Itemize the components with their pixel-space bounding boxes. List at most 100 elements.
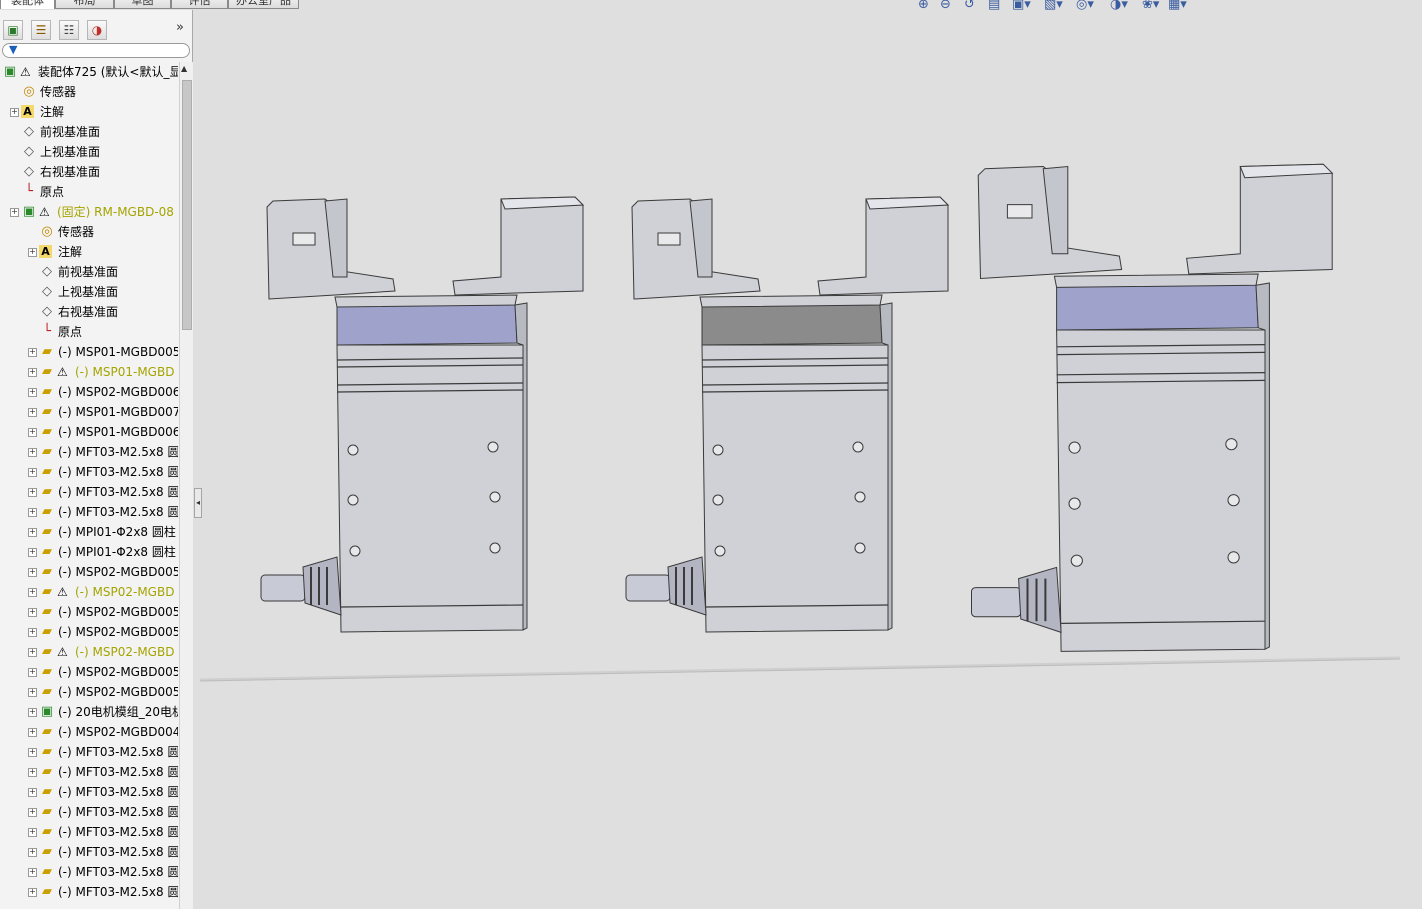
expand-toggle-icon[interactable]: + [28,888,37,897]
expand-toggle-icon[interactable]: + [28,548,37,557]
tree-item[interactable]: + ▰ (-) MFT03-M2.5x8 圆 [0,822,178,842]
tree-item[interactable]: + ▰ (-) MSP01-MGBD005 [0,342,178,362]
tree-item[interactable]: + ▰ (-) MSP02-MGBD005 [0,682,178,702]
gripper-3-screw-hole-0 [1068,441,1081,454]
tree-item[interactable]: + ▰ (-) MFT03-M2.5x8 圆 [0,502,178,522]
expand-toggle-icon[interactable]: + [28,728,37,737]
tree-item[interactable]: ◇ 前视基准面 [0,122,178,142]
tree-scrollbar[interactable]: ▲ [179,62,193,909]
tree-item[interactable]: ▣ ⚠ 装配体725 (默认<默认_显 [0,62,178,82]
tree-item[interactable]: + ▰ (-) MFT03-M2.5x8 圆 [0,862,178,882]
tree-item[interactable]: + ▰ (-) MPI01-Φ2x8 圆柱 [0,542,178,562]
expand-toggle-icon[interactable]: + [28,508,37,517]
expand-toggle-icon[interactable]: + [28,848,37,857]
expand-toggle-icon[interactable]: + [10,108,19,117]
tree-item-label: (-) MSP02-MGBD005 [58,625,178,639]
configuration-manager-icon[interactable]: ☷ [59,20,79,40]
tree-item[interactable]: + ▰ ⚠ (-) MSP02-MGBD [0,582,178,602]
expand-toggle-icon[interactable]: + [28,868,37,877]
expand-toggle-icon[interactable]: + [28,408,37,417]
tree-item[interactable]: + ▰ (-) MFT03-M2.5x8 圆 [0,462,178,482]
expand-toggle-icon[interactable]: + [28,708,37,717]
tree-item[interactable]: ◇ 右视基准面 [0,162,178,182]
tree-item[interactable]: + ▰ (-) MSP02-MGBD005 [0,622,178,642]
gripper-1-right-jaw [452,196,584,296]
expand-toggle-icon[interactable]: + [28,388,37,397]
tree-item[interactable]: + A 注解 [0,242,178,262]
expand-toggle-icon[interactable]: + [28,348,37,357]
tree-item[interactable]: ◎ 传感器 [0,82,178,102]
expand-toggle-icon[interactable]: + [28,568,37,577]
gripper-3-screw-hole-2 [1068,497,1081,510]
expand-toggle-icon[interactable]: + [28,368,37,377]
tree-item[interactable]: + ▰ ⚠ (-) MSP01-MGBD [0,362,178,382]
tree-item[interactable]: + ▰ (-) MSP02-MGBD005 [0,562,178,582]
tree-item[interactable]: + ▰ (-) MSP02-MGBD005 [0,602,178,622]
tree-item[interactable]: + ▰ (-) MSP01-MGBD006 [0,422,178,442]
expand-toggle-icon[interactable]: + [28,468,37,477]
property-manager-icon[interactable]: ☰ [31,20,51,40]
expand-toggle-icon[interactable]: + [28,808,37,817]
expand-toggle-icon[interactable]: + [10,208,19,217]
tree-item[interactable]: + ▰ (-) MFT03-M2.5x8 圆 [0,442,178,462]
scroll-thumb[interactable] [182,80,192,330]
tab-0[interactable]: 装配体 [0,0,55,9]
expand-toggle-icon[interactable]: + [28,448,37,457]
feature-manager-icon[interactable]: ▣ [3,20,23,40]
tree-item[interactable]: └ 原点 [0,322,178,342]
graphics-viewport[interactable] [195,0,1422,909]
tree-item[interactable]: + ▣ (-) 20电机模组_20电机 [0,702,178,722]
tree-item[interactable]: + ▰ (-) MSP02-MGBD005 [0,662,178,682]
tree-item[interactable]: + ▰ (-) MSP01-MGBD007 [0,402,178,422]
tree-item[interactable]: + ▰ (-) MFT03-M2.5x8 圆 [0,782,178,802]
expand-toggle-icon[interactable]: + [28,828,37,837]
tree-item[interactable]: + ▰ (-) MSP02-MGBD004 [0,722,178,742]
expand-panel-icon[interactable]: » [176,20,184,35]
tree-item[interactable]: + ▰ (-) MPI01-Φ2x8 圆柱 [0,522,178,542]
tab-1[interactable]: 布局 [55,0,114,9]
expand-toggle-icon[interactable]: + [28,428,37,437]
expand-toggle-icon[interactable]: + [28,248,37,257]
part-icon: ▰ [42,804,52,819]
expand-toggle-icon[interactable]: + [28,628,37,637]
expand-toggle-icon[interactable]: + [28,588,37,597]
tree-item[interactable]: + ▰ (-) MFT03-M2.5x8 圆 [0,482,178,502]
tree-item-label: (-) MPI01-Φ2x8 圆柱 [58,545,176,559]
tree-item[interactable]: + ▰ ⚠ (-) MSP02-MGBD [0,642,178,662]
tree-item[interactable]: + ▰ (-) MFT03-M2.5x8 圆 [0,802,178,822]
tree-item-label: (-) MFT03-M2.5x8 圆 [58,825,178,839]
tree-item[interactable]: └ 原点 [0,182,178,202]
display-manager-icon[interactable]: ◑ [87,20,107,40]
filter-icon: ▼ [9,43,18,56]
tree-item[interactable]: ◇ 上视基准面 [0,142,178,162]
expand-toggle-icon[interactable]: + [28,688,37,697]
part-icon: ▰ [42,344,52,359]
tree-item[interactable]: + ▰ (-) MFT03-M2.5x8 圆 [0,882,178,902]
tree-item[interactable]: ◇ 右视基准面 [0,302,178,322]
tree-item[interactable]: + A 注解 [0,102,178,122]
gripper-2-screw-hole-1 [852,441,864,453]
scroll-up-icon[interactable]: ▲ [181,64,187,73]
tree-item[interactable]: + ▰ (-) MFT03-M2.5x8 圆 [0,742,178,762]
part-icon: ▰ [42,504,52,519]
tree-item[interactable]: ◇ 前视基准面 [0,262,178,282]
expand-toggle-icon[interactable]: + [28,608,37,617]
expand-toggle-icon[interactable]: + [28,768,37,777]
tree-item-label: (-) MFT03-M2.5x8 圆 [58,765,178,779]
tab-2[interactable]: 草图 [114,0,171,9]
expand-toggle-icon[interactable]: + [28,488,37,497]
tree-item[interactable]: + ▰ (-) MFT03-M2.5x8 圆 [0,842,178,862]
tree-item[interactable]: ◎ 传感器 [0,222,178,242]
tree-item[interactable]: + ▰ (-) MSP02-MGBD006 [0,382,178,402]
tree-item[interactable]: + ▣ ⚠ (固定) RM-MGBD-08 [0,202,178,222]
expand-toggle-icon[interactable]: + [28,528,37,537]
expand-toggle-icon[interactable]: + [28,748,37,757]
expand-toggle-icon[interactable]: + [28,648,37,657]
expand-toggle-icon[interactable]: + [28,788,37,797]
tree-item[interactable]: + ▰ (-) MFT03-M2.5x8 圆 [0,762,178,782]
expand-toggle-icon[interactable]: + [28,668,37,677]
tree-item[interactable]: ◇ 上视基准面 [0,282,178,302]
gripper-2-top-band [701,302,883,346]
gripper-2-screw-hole-3 [854,491,866,503]
tree-filter-input[interactable]: ▼ [2,43,190,58]
